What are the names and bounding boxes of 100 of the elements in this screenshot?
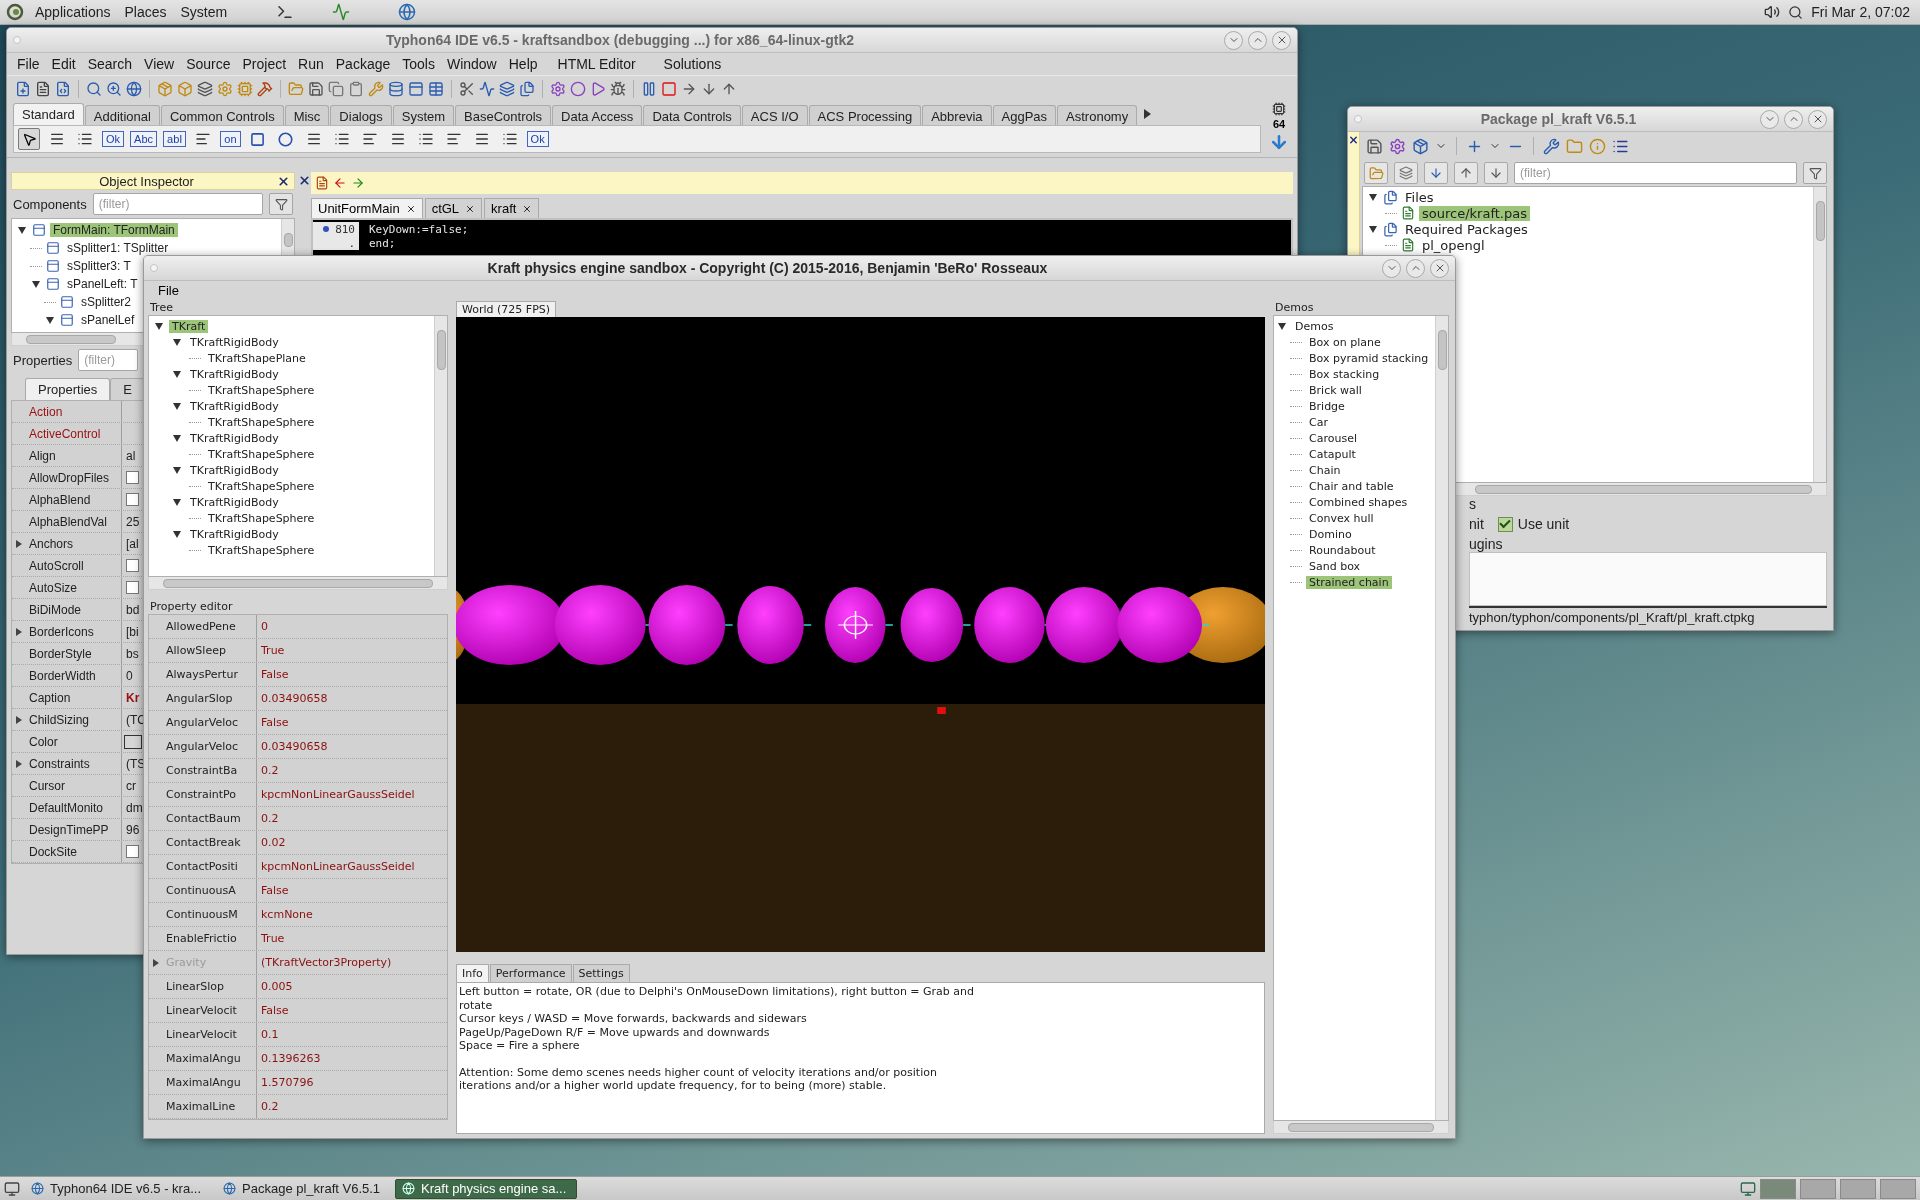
property-name[interactable]: MaximalLine	[163, 1095, 257, 1118]
property-name[interactable]: ChildSizing	[26, 709, 122, 730]
property-name[interactable]: AlwaysPertur	[163, 663, 257, 686]
property-value[interactable]: 0.005	[257, 980, 293, 993]
property-name[interactable]: MaximalAngu	[163, 1047, 257, 1070]
property-value[interactable]: dm	[122, 800, 143, 815]
property-value[interactable]: kcmNone	[257, 908, 313, 921]
tree-item[interactable]: Strained chain	[1306, 575, 1392, 589]
tree-item[interactable]: TKraftRigidBody	[187, 495, 282, 509]
component-tool[interactable]: Abc	[130, 131, 158, 147]
property-value[interactable]: 0.2	[257, 764, 279, 777]
tree-item[interactable]: TKraftShapeSphere	[205, 415, 318, 429]
property-value[interactable]: False	[257, 668, 289, 681]
menu-item[interactable]: Package	[329, 56, 397, 72]
palette-tab[interactable]: System	[392, 105, 455, 125]
property-value[interactable]: False	[257, 716, 289, 729]
menu-item[interactable]: View	[138, 56, 181, 72]
tree-item[interactable]: TKraftShapeSphere	[205, 383, 318, 397]
property-name[interactable]: BiDiMode	[26, 599, 122, 620]
property-value[interactable]: [al	[122, 536, 139, 551]
property-value[interactable]: 0.03490658	[257, 692, 328, 705]
property-value[interactable]: kpcmNonLinearGaussSeidel	[257, 788, 415, 801]
property-value[interactable]: 1.570796	[257, 1076, 314, 1089]
inspector-tab[interactable]: E	[110, 378, 145, 400]
tree-item[interactable]: Car	[1306, 415, 1331, 429]
property-name[interactable]: MaximalAngu	[163, 1071, 257, 1094]
tree-item[interactable]: TKraftRigidBody	[187, 431, 282, 445]
menu-item[interactable]: File	[11, 56, 46, 72]
property-name[interactable]: Align	[26, 445, 122, 466]
menu-item[interactable]: File	[152, 282, 185, 298]
property-value[interactable]: True	[257, 644, 285, 657]
tree-item[interactable]: Demos	[1292, 319, 1337, 333]
property-name[interactable]: EnableFrictio	[163, 927, 257, 950]
tree-item[interactable]: source/kraft.pas	[1419, 205, 1530, 221]
palette-tab[interactable]: Standard	[13, 103, 84, 125]
component-tool[interactable]: Ok	[526, 131, 549, 147]
tree-item[interactable]: Domino	[1306, 527, 1355, 541]
menu-item[interactable]: Window	[440, 56, 503, 72]
property-name[interactable]: LinearSlop	[163, 975, 257, 998]
property-name[interactable]: BorderWidth	[26, 665, 122, 686]
tree-item[interactable]: Chain	[1306, 463, 1344, 477]
tree-item[interactable]: TKraftShapePlane	[205, 351, 309, 365]
property-name[interactable]: Action	[26, 401, 122, 422]
panel-menu[interactable]: Places	[121, 4, 170, 20]
filter-field[interactable]: (filter)	[78, 349, 139, 371]
tree-item[interactable]: Box on plane	[1306, 335, 1384, 349]
property-value[interactable]: [bi	[122, 624, 139, 639]
panel-menu[interactable]: Applications	[32, 4, 114, 20]
tree-item[interactable]: sPanelLeft: T	[64, 277, 141, 291]
property-name[interactable]: AutoScroll	[26, 555, 122, 576]
tree-item[interactable]: Carousel	[1306, 431, 1360, 445]
property-name[interactable]: BorderIcons	[26, 621, 122, 642]
tree-item[interactable]: Sand box	[1306, 559, 1364, 573]
property-value[interactable]: 0.03490658	[257, 740, 328, 753]
menu-item[interactable]: Project	[236, 56, 293, 72]
palette-tab[interactable]: BaseControls	[455, 105, 552, 125]
property-name[interactable]: AlphaBlendVal	[26, 511, 122, 532]
menu-item[interactable]: Source	[180, 56, 237, 72]
tree-item[interactable]: pl_opengl	[1419, 237, 1488, 253]
property-name[interactable]: AllowDropFiles	[26, 467, 122, 488]
tree-item[interactable]: TKraftShapeSphere	[205, 511, 318, 525]
tree-item[interactable]: Bridge	[1306, 399, 1348, 413]
tree-item[interactable]: TKraftRigidBody	[187, 463, 282, 477]
taskbar-item[interactable]: Kraft physics engine sa...	[395, 1178, 578, 1199]
component-tool[interactable]: abI	[163, 131, 187, 147]
palette-tab[interactable]: Common Controls	[160, 105, 284, 125]
property-name[interactable]: ConstraintBa	[163, 759, 257, 782]
tree-item[interactable]: Catapult	[1306, 447, 1359, 461]
property-name[interactable]: Anchors	[26, 533, 122, 554]
property-name[interactable]: DefaultMonito	[26, 797, 122, 818]
property-value[interactable]: bd	[122, 602, 140, 617]
property-name[interactable]: Caption	[26, 687, 122, 708]
clock[interactable]: Fri Mar 2, 07:02	[1811, 4, 1914, 20]
property-value[interactable]: al	[122, 448, 136, 463]
tree-item[interactable]: Box stacking	[1306, 367, 1383, 381]
property-name[interactable]: ActiveControl	[26, 423, 122, 444]
menu-item[interactable]: Help	[502, 56, 544, 72]
editor-tab[interactable]: kraft	[484, 198, 540, 218]
palette-tab[interactable]: Dialogs	[330, 105, 392, 125]
palette-tab[interactable]: ACS I/O	[741, 105, 808, 125]
tree-item[interactable]: TKraftShapeSphere	[205, 543, 318, 557]
property-name[interactable]: ContactPositi	[163, 855, 257, 878]
property-value[interactable]: 0	[257, 620, 268, 633]
tree-item[interactable]: TKraftRigidBody	[187, 527, 282, 541]
menu-item[interactable]: Edit	[45, 56, 82, 72]
menu-item[interactable]: Run	[292, 56, 330, 72]
tree-item[interactable]: Files	[1402, 189, 1437, 205]
component-tool[interactable]: on	[220, 131, 241, 147]
property-value[interactable]: 0.2	[257, 1100, 279, 1113]
tree-item[interactable]: sPanelLef	[78, 313, 138, 327]
property-name[interactable]: AllowedPene	[163, 615, 257, 638]
property-name[interactable]: ContactBreak	[163, 831, 257, 854]
tree-item[interactable]: TKraftShapeSphere	[205, 447, 318, 461]
editor-tab[interactable]: ctGL	[424, 198, 483, 218]
property-name[interactable]: AllowSleep	[163, 639, 257, 662]
tree-item[interactable]: TKraftRigidBody	[187, 335, 282, 349]
property-value[interactable]: 96	[122, 822, 140, 837]
tree-item[interactable]: TKraftRigidBody	[187, 367, 282, 381]
palette-tab[interactable]: AggPas	[992, 105, 1057, 125]
menu-item[interactable]: Search	[81, 56, 139, 72]
